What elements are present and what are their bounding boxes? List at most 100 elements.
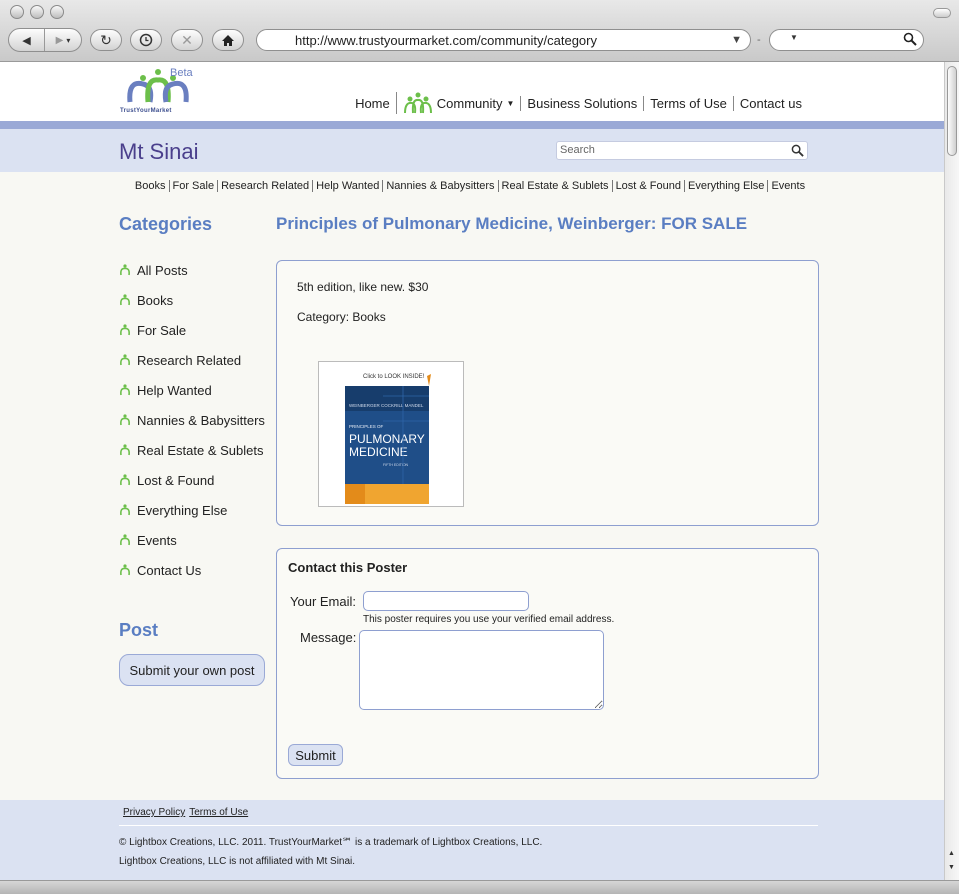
sidebar-item-label: Real Estate & Sublets (137, 442, 264, 458)
site-footer: Privacy Policy Terms of Use © Lightbox C… (0, 800, 944, 880)
disclaimer-text: Lightbox Creations, LLC is not affiliate… (119, 856, 356, 867)
vertical-scrollbar[interactable]: ▲ ▼ (944, 62, 959, 880)
address-url: http://www.trustyourmarket.com/community… (295, 33, 597, 48)
forward-arrow-icon: ▶ (55, 34, 64, 46)
book-cover-illustration: Click to LOOK INSIDE! WEINBERGER COCKRIL… (343, 366, 431, 504)
nav-business-solutions[interactable]: Business Solutions (520, 95, 643, 111)
close-window-button[interactable] (10, 5, 24, 19)
history-button[interactable] (130, 29, 162, 51)
nav-contact-us[interactable]: Contact us (732, 95, 808, 111)
catnav-events[interactable]: Events (767, 180, 808, 192)
sidebar-item-all-posts[interactable]: All Posts (119, 255, 269, 285)
submit-own-post-button[interactable]: Submit your own post (119, 654, 265, 686)
catnav-for-sale[interactable]: For Sale (168, 180, 218, 192)
catnav-research-related[interactable]: Research Related (217, 180, 312, 192)
nav-community[interactable]: Community ▼ (395, 92, 521, 114)
email-note: This poster requires you use your verifi… (363, 614, 615, 625)
catnav-real-estate-sublets[interactable]: Real Estate & Sublets (497, 180, 612, 192)
web-page: Beta TrustYourMarket Home Community ▼ Bu… (0, 62, 944, 880)
site-search-input[interactable]: Search (556, 141, 808, 160)
sidebar-item-contact-us[interactable]: Contact Us (119, 555, 269, 585)
person-icon (120, 324, 130, 336)
copyright-text: © Lightbox Creations, LLC. 2011. TrustYo… (119, 837, 543, 848)
home-button[interactable] (212, 29, 244, 51)
book-title-line1: PULMONARY (349, 432, 425, 446)
search-icon[interactable] (791, 144, 804, 157)
message-label: Message: (300, 630, 357, 645)
stop-button[interactable]: ✕ (171, 29, 203, 51)
scroll-up-arrow-icon[interactable]: ▲ (948, 850, 955, 857)
stop-icon: ✕ (181, 31, 193, 48)
community-name: Mt Sinai (119, 139, 199, 164)
address-bar[interactable]: http://www.trustyourmarket.com/community… (256, 29, 751, 51)
back-arrow-icon: ◀ (22, 34, 31, 47)
back-button[interactable]: ◀ (9, 29, 45, 51)
toolbar-toggle-button[interactable] (933, 8, 951, 18)
catnav-lost-found[interactable]: Lost & Found (611, 180, 684, 192)
sidebar-item-label: For Sale (137, 322, 187, 338)
listing-header: Principles of Pulmonary Medicine, Weinbe… (276, 214, 819, 234)
logo-beta-label: Beta (170, 67, 193, 79)
terms-of-use-link[interactable]: Terms of Use (189, 807, 248, 818)
browser-chrome: ◀ ▶ ▾ ↻ ✕ http://www.trustyourmarket.com/… (0, 0, 959, 62)
scrollbar-thumb[interactable] (947, 66, 957, 156)
sidebar-item-label: Help Wanted (137, 382, 212, 398)
submit-button[interactable]: Submit (288, 744, 343, 766)
footer-links: Privacy Policy Terms of Use (123, 807, 248, 818)
message-field[interactable] (359, 630, 604, 710)
sidebar-item-label: Contact Us (137, 562, 202, 578)
search-engine-dropdown-icon[interactable]: ▼ (790, 33, 798, 42)
sidebar-item-nannies-babysitters[interactable]: Nannies & Babysitters (119, 405, 269, 435)
sidebar-item-label: All Posts (137, 262, 188, 278)
sidebar-item-lost-found[interactable]: Lost & Found (119, 465, 269, 495)
category-nav: Books For Sale Research Related Help Wan… (0, 180, 944, 192)
email-field[interactable] (363, 591, 529, 611)
catnav-nannies-babysitters[interactable]: Nannies & Babysitters (382, 180, 497, 192)
sidebar-item-for-sale[interactable]: For Sale (119, 315, 269, 345)
site-logo[interactable]: Beta TrustYourMarket (118, 66, 198, 116)
history-dropdown-icon: ▾ (66, 35, 71, 45)
catnav-help-wanted[interactable]: Help Wanted (312, 180, 382, 192)
person-icon (120, 354, 130, 366)
community-bar: Mt Sinai Search (0, 129, 944, 172)
sidebar-item-help-wanted[interactable]: Help Wanted (119, 375, 269, 405)
sidebar-item-books[interactable]: Books (119, 285, 269, 315)
address-dropdown-icon[interactable]: ▼ (731, 30, 742, 51)
privacy-policy-link[interactable]: Privacy Policy (123, 807, 185, 818)
sidebar-item-label: Events (137, 532, 177, 548)
nav-terms-of-use[interactable]: Terms of Use (643, 95, 733, 111)
catnav-books[interactable]: Books (132, 180, 169, 192)
scroll-down-arrow-icon[interactable]: ▼ (948, 864, 955, 871)
nav-home[interactable]: Home (349, 96, 396, 111)
book-title-line2: MEDICINE (349, 445, 408, 459)
zoom-window-button[interactable] (50, 5, 64, 19)
header-stripe (0, 121, 944, 129)
search-icon (903, 32, 917, 46)
sidebar-item-events[interactable]: Events (119, 525, 269, 555)
forward-button[interactable]: ▶ ▾ (45, 35, 81, 46)
sidebar-item-label: Everything Else (137, 502, 228, 518)
window-controls (10, 5, 64, 19)
sidebar-item-research-related[interactable]: Research Related (119, 345, 269, 375)
catnav-everything-else[interactable]: Everything Else (684, 180, 767, 192)
clock-icon (139, 33, 153, 47)
sidebar-item-label: Research Related (137, 352, 242, 368)
email-label: Your Email: (290, 594, 356, 609)
browser-search-field[interactable]: ▼ (769, 29, 924, 51)
book-cover-image[interactable]: Click to LOOK INSIDE! WEINBERGER COCKRIL… (318, 361, 464, 507)
contact-form-title: Contact this Poster (288, 560, 408, 575)
sidebar-item-everything-else[interactable]: Everything Else (119, 495, 269, 525)
reload-button[interactable]: ↻ (90, 29, 122, 51)
contact-form: Contact this Poster Your Email: This pos… (276, 548, 819, 779)
home-icon (222, 34, 234, 46)
reload-icon: ↻ (100, 31, 112, 48)
person-icon (120, 444, 130, 456)
listing-category: Category: Books (297, 310, 386, 324)
book-authors: WEINBERGER COCKRILL MANDEL (349, 403, 424, 408)
person-icon (120, 414, 130, 426)
person-icon (120, 264, 130, 276)
person-icon (120, 474, 130, 486)
sidebar-item-real-estate-sublets[interactable]: Real Estate & Sublets (119, 435, 269, 465)
main-nav: Home Community ▼ Business Solutions Term… (349, 92, 808, 114)
minimize-window-button[interactable] (30, 5, 44, 19)
